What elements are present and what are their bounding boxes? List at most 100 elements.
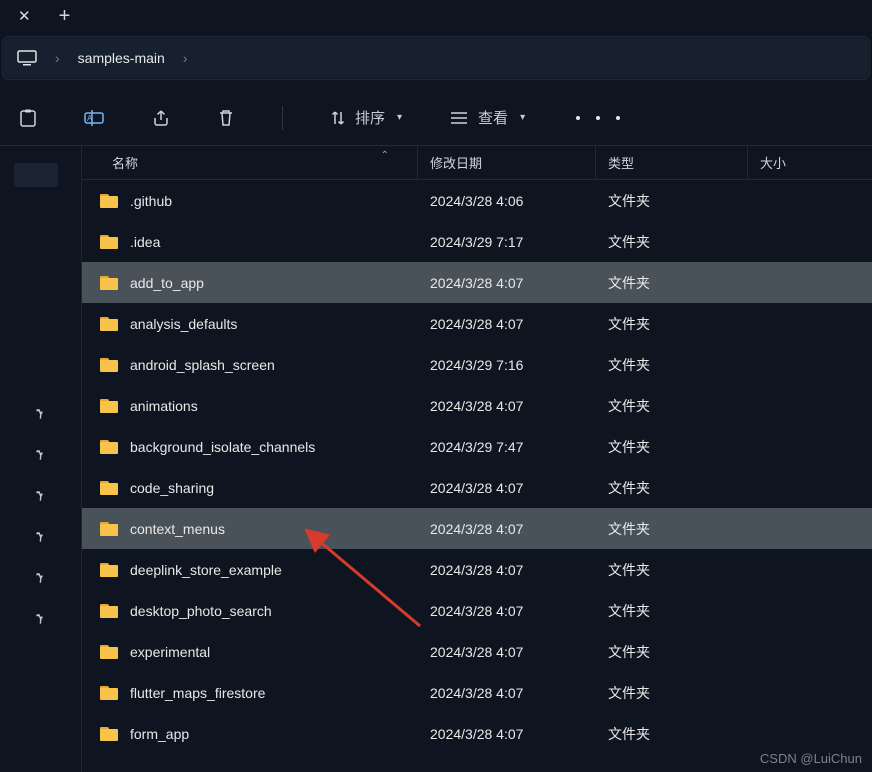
table-row[interactable]: desktop_photo_search 2024/3/28 4:07文件夹: [82, 590, 872, 631]
cell-type: 文件夹: [596, 478, 748, 498]
file-name: animations: [130, 398, 198, 414]
cell-type: 文件夹: [596, 601, 748, 621]
cell-date: 2024/3/28 4:07: [418, 521, 596, 537]
table-row[interactable]: animations2024/3/28 4:07文件夹: [82, 385, 872, 426]
column-header-type[interactable]: 类型: [596, 146, 748, 179]
table-row[interactable]: code_sharing2024/3/28 4:07文件夹: [82, 467, 872, 508]
cell-name: desktop_photo_search: [82, 603, 418, 619]
column-header-name[interactable]: 名称 ⌃: [82, 146, 418, 179]
cell-type: 文件夹: [596, 724, 748, 744]
table-row[interactable]: .github2024/3/28 4:06文件夹: [82, 180, 872, 221]
share-button[interactable]: [152, 109, 170, 127]
cell-type: 文件夹: [596, 355, 748, 375]
pin-icon[interactable]: [29, 486, 52, 510]
toolbar-separator: [282, 106, 283, 130]
breadcrumb-separator: ›: [183, 50, 188, 66]
file-list: 名称 ⌃ 修改日期 类型 大小 .github2024/3/28 4:06文件夹…: [82, 146, 872, 772]
cell-type: 文件夹: [596, 683, 748, 703]
cell-type: 文件夹: [596, 273, 748, 293]
folder-icon: [100, 440, 118, 454]
breadcrumb[interactable]: › samples-main ›: [2, 36, 870, 80]
table-row[interactable]: form_app 2024/3/28 4:07文件夹: [82, 713, 872, 754]
pin-icon[interactable]: [29, 527, 52, 551]
side-nav: [0, 146, 82, 772]
folder-icon: [100, 358, 118, 372]
column-header-label: 修改日期: [430, 153, 482, 172]
table-row[interactable]: experimental 2024/3/28 4:07文件夹: [82, 631, 872, 672]
sort-indicator-icon: ⌃: [381, 150, 389, 161]
table-row[interactable]: background_isolate_channels2024/3/29 7:4…: [82, 426, 872, 467]
cell-name: android_splash_screen: [82, 357, 418, 373]
main-area: 名称 ⌃ 修改日期 类型 大小 .github2024/3/28 4:06文件夹…: [0, 146, 872, 772]
svg-text:A: A: [87, 114, 93, 123]
folder-icon: [100, 727, 118, 741]
column-headers: 名称 ⌃ 修改日期 类型 大小: [82, 146, 872, 180]
view-button[interactable]: 查看 ▾: [450, 107, 525, 128]
table-row[interactable]: deeplink_store_example2024/3/28 4:07文件夹: [82, 549, 872, 590]
file-name: background_isolate_channels: [130, 439, 315, 455]
pin-icon[interactable]: [29, 404, 52, 428]
cell-type: 文件夹: [596, 642, 748, 662]
new-tab-button[interactable]: +: [55, 2, 75, 30]
file-name: experimental: [130, 644, 210, 660]
file-name: analysis_defaults: [130, 316, 237, 332]
pin-icon[interactable]: [29, 609, 52, 633]
file-name: desktop_photo_search: [130, 603, 272, 619]
view-label: 查看: [478, 107, 508, 128]
table-row[interactable]: .idea2024/3/29 7:17文件夹: [82, 221, 872, 262]
cell-name: add_to_app: [82, 275, 418, 291]
cell-name: analysis_defaults: [82, 316, 418, 332]
sort-button[interactable]: 排序 ▾: [331, 107, 402, 128]
cell-name: background_isolate_channels: [82, 439, 418, 455]
cell-name: animations: [82, 398, 418, 414]
cell-date: 2024/3/28 4:07: [418, 275, 596, 291]
file-name: form_app: [130, 726, 189, 742]
folder-icon: [100, 317, 118, 331]
cell-name: context_menus: [82, 521, 418, 537]
cell-date: 2024/3/28 4:07: [418, 685, 596, 701]
delete-button[interactable]: [218, 109, 234, 127]
file-name: add_to_app: [130, 275, 204, 291]
more-button[interactable]: [573, 116, 623, 120]
cell-date: 2024/3/28 4:07: [418, 603, 596, 619]
file-name: deeplink_store_example: [130, 562, 282, 578]
table-row[interactable]: add_to_app 2024/3/28 4:07文件夹: [82, 262, 872, 303]
folder-icon: [100, 194, 118, 208]
cell-date: 2024/3/28 4:07: [418, 316, 596, 332]
table-row[interactable]: context_menus2024/3/28 4:07文件夹: [82, 508, 872, 549]
column-header-label: 大小: [760, 153, 786, 172]
cell-name: experimental: [82, 644, 418, 660]
pin-icon[interactable]: [29, 568, 52, 592]
paste-button[interactable]: [20, 109, 36, 127]
cell-type: 文件夹: [596, 437, 748, 457]
rename-button[interactable]: A: [84, 109, 104, 127]
this-pc-icon[interactable]: [17, 50, 37, 66]
cell-date: 2024/3/28 4:07: [418, 398, 596, 414]
folder-icon: [100, 276, 118, 290]
breadcrumb-separator: ›: [55, 50, 60, 66]
cell-type: 文件夹: [596, 314, 748, 334]
cell-type: 文件夹: [596, 560, 748, 580]
cell-date: 2024/3/28 4:07: [418, 726, 596, 742]
table-row[interactable]: flutter_maps_firestore 2024/3/28 4:07文件夹: [82, 672, 872, 713]
close-tab-button[interactable]: ✕: [14, 5, 35, 28]
folder-icon: [100, 481, 118, 495]
cell-name: .idea: [82, 234, 418, 250]
file-name: flutter_maps_firestore: [130, 685, 265, 701]
folder-icon: [100, 686, 118, 700]
cell-date: 2024/3/29 7:17: [418, 234, 596, 250]
chevron-down-icon: ▾: [520, 112, 525, 123]
cell-date: 2024/3/28 4:06: [418, 193, 596, 209]
table-row[interactable]: analysis_defaults 2024/3/28 4:07文件夹: [82, 303, 872, 344]
column-header-size[interactable]: 大小: [748, 146, 872, 179]
pin-icon[interactable]: [29, 445, 52, 469]
table-row[interactable]: android_splash_screen2024/3/29 7:16文件夹: [82, 344, 872, 385]
folder-icon: [100, 645, 118, 659]
column-header-date[interactable]: 修改日期: [418, 146, 596, 179]
folder-icon: [100, 563, 118, 577]
cell-date: 2024/3/28 4:07: [418, 644, 596, 660]
file-name: android_splash_screen: [130, 357, 275, 373]
breadcrumb-current[interactable]: samples-main: [78, 50, 165, 66]
file-rows: .github2024/3/28 4:06文件夹.idea2024/3/29 7…: [82, 180, 872, 754]
cell-name: .github: [82, 193, 418, 209]
